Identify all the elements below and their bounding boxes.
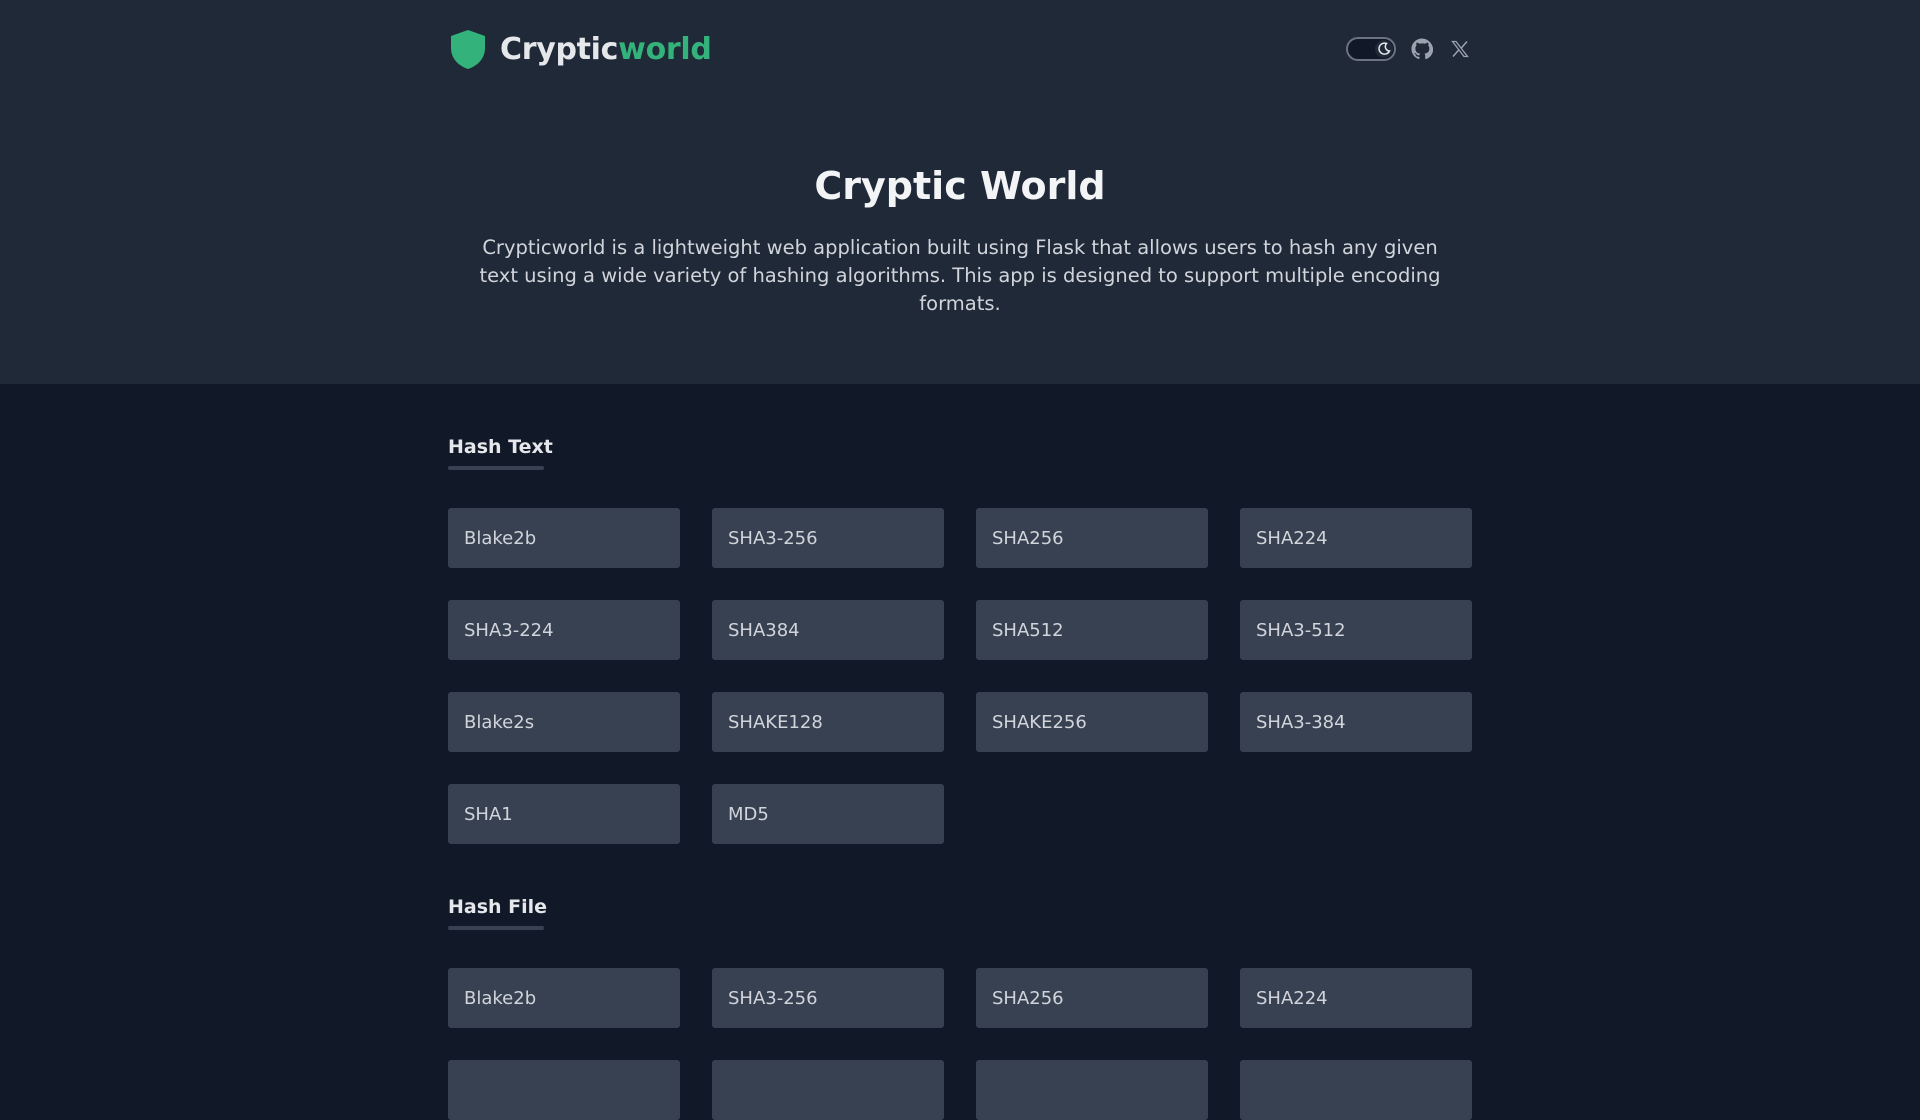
hash-text-grid: Blake2b SHA3-256 SHA256 SHA224 SHA3-224 … (448, 508, 1472, 844)
hash-text-sha512-button[interactable]: SHA512 (976, 600, 1208, 660)
hash-text-sha3-384-button[interactable]: SHA3-384 (1240, 692, 1472, 752)
hash-text-sha224-button[interactable]: SHA224 (1240, 508, 1472, 568)
hash-file-button[interactable] (448, 1060, 680, 1120)
brand-logo-link[interactable]: Crypticworld (448, 28, 712, 70)
hash-text-shake256-button[interactable]: SHAKE256 (976, 692, 1208, 752)
hash-text-sha3-512-button[interactable]: SHA3-512 (1240, 600, 1472, 660)
section-underline (448, 926, 544, 930)
page-title: Cryptic World (814, 164, 1106, 208)
brand-name: Crypticworld (500, 32, 712, 67)
github-icon[interactable] (1410, 37, 1434, 61)
hash-file-blake2b-button[interactable]: Blake2b (448, 968, 680, 1028)
hash-text-sha1-button[interactable]: SHA1 (448, 784, 680, 844)
hash-file-sha224-button[interactable]: SHA224 (1240, 968, 1472, 1028)
brand-name-part2: world (618, 31, 712, 67)
hash-text-heading: Hash Text (448, 436, 553, 458)
moon-icon (1375, 40, 1393, 58)
header-actions (1346, 37, 1472, 61)
hash-file-grid: Blake2b SHA3-256 SHA256 SHA224 (448, 968, 1472, 1120)
hash-text-sha3-224-button[interactable]: SHA3-224 (448, 600, 680, 660)
hash-file-sha256-button[interactable]: SHA256 (976, 968, 1208, 1028)
header: Crypticworld (448, 26, 1472, 72)
section-underline (448, 466, 544, 470)
hash-text-blake2s-button[interactable]: Blake2s (448, 692, 680, 752)
page-description: Crypticworld is a lightweight web applic… (479, 236, 1441, 315)
hash-file-section: Hash File Blake2b SHA3-256 SHA256 SHA224 (448, 896, 1472, 1120)
hash-file-sha3-256-button[interactable]: SHA3-256 (712, 968, 944, 1028)
brand-name-part1: Cryptic (500, 31, 619, 67)
hash-file-button[interactable] (712, 1060, 944, 1120)
hash-file-heading: Hash File (448, 896, 548, 918)
theme-toggle[interactable] (1346, 37, 1396, 61)
hash-text-sha384-button[interactable]: SHA384 (712, 600, 944, 660)
hash-file-button[interactable] (976, 1060, 1208, 1120)
hash-text-sha256-button[interactable]: SHA256 (976, 508, 1208, 568)
hash-file-button[interactable] (1240, 1060, 1472, 1120)
hash-text-section: Hash Text Blake2b SHA3-256 SHA256 SHA224… (448, 436, 1472, 844)
shield-icon (451, 30, 485, 69)
x-logo-icon[interactable] (1448, 37, 1472, 61)
hash-text-md5-button[interactable]: MD5 (712, 784, 944, 844)
hash-text-shake128-button[interactable]: SHAKE128 (712, 692, 944, 752)
hash-text-blake2b-button[interactable]: Blake2b (448, 508, 680, 568)
hash-text-sha3-256-button[interactable]: SHA3-256 (712, 508, 944, 568)
